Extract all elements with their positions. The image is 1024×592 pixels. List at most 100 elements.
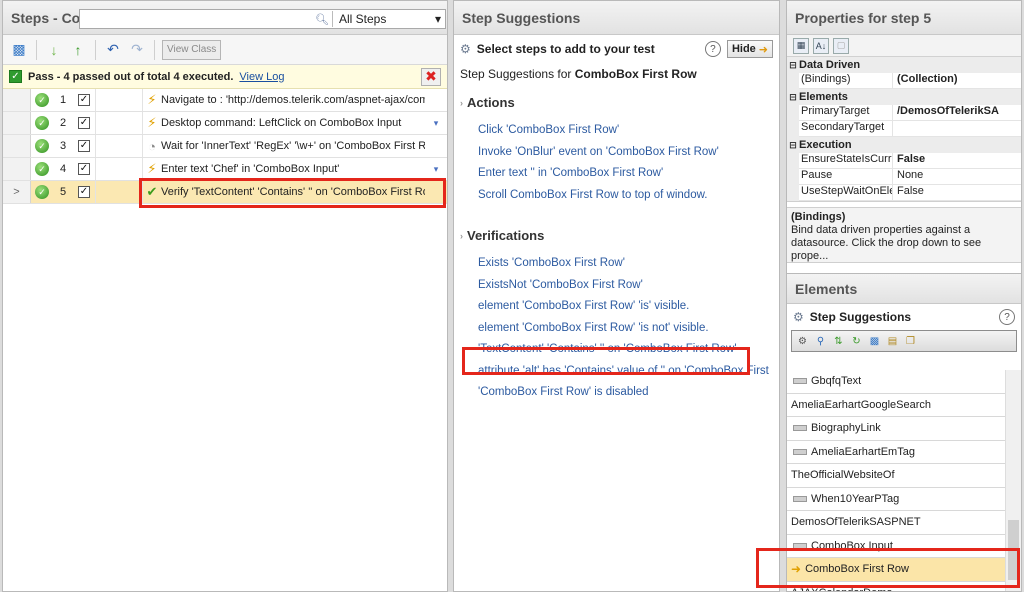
property-value[interactable]: None — [893, 169, 1021, 185]
actions-section-header[interactable]: › Actions — [454, 85, 779, 114]
collapse-icon[interactable]: ⊟ — [787, 60, 799, 71]
property-value[interactable] — [893, 121, 1021, 137]
actions-list: Click 'ComboBox First Row' Invoke 'OnBlur… — [454, 114, 779, 206]
step-enabled[interactable]: ✓ — [73, 186, 95, 198]
undo-icon[interactable]: ↶ — [103, 40, 123, 60]
step-enabled[interactable]: ✓ — [73, 140, 95, 152]
step-row[interactable]: > ✓ 5 ✓ ✔ Verify 'TextContent' 'Contains' '' … — [3, 181, 447, 204]
passed-icon: ✓ — [35, 139, 49, 153]
step-description[interactable]: Navigate to : 'http://demos.telerik.com/… — [161, 94, 425, 106]
chevron-down-icon[interactable]: ▾ — [425, 118, 447, 129]
row-selector[interactable]: > — [3, 181, 31, 203]
step-description[interactable]: Wait for 'InnerText' 'RegEx' '\w+' on 'C… — [161, 140, 425, 152]
step-row[interactable]: ✓ 2 ✓ ⚡ Desktop command: LeftClick on ComboB… — [3, 112, 447, 135]
view-log-link[interactable]: View Log — [239, 71, 284, 83]
verification-suggestion-link[interactable]: ExistsNot 'ComboBox First Row' — [454, 275, 779, 297]
search-icon[interactable]: 🔍︎ — [314, 13, 330, 26]
elements-scrollbar[interactable] — [1005, 370, 1021, 591]
verification-suggestion-link[interactable]: element 'ComboBox First Row' 'is not' vi… — [454, 318, 779, 340]
row-selector[interactable] — [3, 135, 31, 157]
help-icon[interactable]: ? — [999, 309, 1015, 325]
property-row[interactable]: (Bindings) (Collection) — [787, 73, 1021, 89]
element-list-item[interactable]: AmeliaEarhartGoogleSearch — [787, 394, 1005, 417]
step-enabled-checkbox[interactable]: ✓ — [78, 163, 90, 175]
step-description[interactable]: Desktop command: LeftClick on ComboBox I… — [161, 117, 425, 129]
step-spacer — [95, 112, 143, 134]
close-icon[interactable]: ✖ — [421, 67, 441, 86]
step-row[interactable]: ✓ 1 ✓ ⚡ Navigate to : 'http://demos.telerik.… — [3, 89, 447, 112]
step-enabled-checkbox[interactable]: ✓ — [78, 140, 90, 152]
settings-icon[interactable]: ⚙ — [795, 334, 810, 349]
verification-suggestion-link[interactable]: 'TextContent' 'Contains' '' on 'ComboBox… — [454, 339, 779, 361]
collapse-icon[interactable]: ⊟ — [787, 140, 799, 151]
collapse-icon[interactable]: ⊟ — [787, 92, 799, 103]
element-list-item[interactable]: ➜ ComboBox First Row — [787, 558, 1005, 582]
verifications-section-header[interactable]: › Verifications — [454, 206, 779, 247]
property-value[interactable]: False — [893, 153, 1021, 169]
hide-button[interactable]: Hide ➜ — [726, 40, 773, 58]
property-value[interactable]: /DemosOfTelerikSA — [893, 105, 1021, 121]
row-selector[interactable] — [3, 112, 31, 134]
find-icon[interactable]: ⚲ — [813, 334, 828, 349]
property-row[interactable]: Pause None — [787, 169, 1021, 185]
view-class-button[interactable]: View Class — [162, 39, 222, 60]
step-enabled[interactable]: ✓ — [73, 163, 95, 175]
filter-icon[interactable]: ⇅ — [831, 334, 846, 349]
category-execution[interactable]: ⊟ Execution — [787, 137, 1021, 153]
property-row[interactable]: UseStepWaitOnEle False — [787, 185, 1021, 201]
row-selector[interactable] — [3, 89, 31, 111]
element-list-item[interactable]: BiographyLink — [787, 417, 1005, 441]
element-icon[interactable]: ▩ — [867, 334, 882, 349]
element-list-item[interactable]: When10YearPTag — [787, 488, 1005, 511]
step-enabled[interactable]: ✓ — [73, 94, 95, 106]
element-list-item[interactable]: ComboBox Input — [787, 535, 1005, 558]
frame-icon[interactable]: ▤ — [885, 334, 900, 349]
category-elements[interactable]: ⊟ Elements — [787, 89, 1021, 105]
element-list-item[interactable]: TheOfficialWebsiteOf — [787, 464, 1005, 488]
element-list-item[interactable]: AmeliaEarhartEmTag — [787, 441, 1005, 464]
folder-icon[interactable]: ▩ — [9, 40, 29, 60]
help-icon[interactable]: ? — [704, 41, 721, 57]
chevron-down-icon[interactable]: ▾ — [425, 164, 447, 175]
element-list-item[interactable]: DemosOfTelerikSASPNET — [787, 511, 1005, 535]
move-down-icon[interactable]: ↓ — [44, 40, 64, 60]
property-row[interactable]: PrimaryTarget/DemosOfTelerikSA — [787, 105, 1021, 121]
scrollbar-thumb[interactable] — [1008, 520, 1019, 580]
action-suggestion-link[interactable]: Invoke 'OnBlur' event on 'ComboBox First… — [454, 142, 779, 164]
step-enabled-checkbox[interactable]: ✓ — [78, 186, 90, 198]
property-pages-icon[interactable]: ▢ — [833, 37, 849, 54]
step-row[interactable]: ✓ 4 ✓ ⚡ Enter text 'Chef' in 'ComboBox Input… — [3, 158, 447, 181]
step-row[interactable]: ✓ 3 ✓ ◔ Wait for 'InnerText' 'RegEx' '\w+' o… — [3, 135, 447, 158]
property-key: (Bindings) — [799, 73, 893, 89]
property-value[interactable]: (Collection) — [893, 73, 1021, 89]
step-description[interactable]: Verify 'TextContent' 'Contains' '' on 'C… — [161, 186, 425, 198]
step-enabled[interactable]: ✓ — [73, 117, 95, 129]
action-suggestion-link[interactable]: Scroll ComboBox First Row to top of wind… — [454, 185, 779, 207]
property-row[interactable]: SecondaryTarget — [787, 121, 1021, 137]
step-enabled-checkbox[interactable]: ✓ — [78, 117, 90, 129]
steps-search-box[interactable]: 🔍︎ All Steps ▾ — [79, 9, 446, 29]
category-data-driven[interactable]: ⊟ Data Driven — [787, 57, 1021, 73]
verification-suggestion-link[interactable]: 'ComboBox First Row' is disabled — [454, 382, 779, 404]
action-suggestion-link[interactable]: Click 'ComboBox First Row' — [454, 120, 779, 142]
element-label: ComboBox First Row — [805, 563, 909, 576]
verification-suggestion-link[interactable]: element 'ComboBox First Row' 'is' visibl… — [454, 296, 779, 318]
copy-icon[interactable]: ❐ — [903, 334, 918, 349]
step-enabled-checkbox[interactable]: ✓ — [78, 94, 90, 106]
redo-icon[interactable]: ↷ — [127, 40, 147, 60]
row-selector[interactable] — [3, 158, 31, 180]
property-row[interactable]: EnsureStateIsCurre False — [787, 153, 1021, 169]
steps-search-input[interactable] — [80, 10, 314, 28]
property-value[interactable]: False — [893, 185, 1021, 201]
move-up-icon[interactable]: ↑ — [68, 40, 88, 60]
categorized-icon[interactable]: ▦ — [793, 37, 809, 54]
action-suggestion-link[interactable]: Enter text '' in 'ComboBox First Row' — [454, 163, 779, 185]
element-list-item[interactable]: GbqfqText — [787, 370, 1005, 394]
steps-filter-dropdown[interactable]: All Steps ▾ — [335, 12, 445, 26]
element-list-item[interactable]: AJAXCalendarDemo — [787, 582, 1005, 591]
verification-suggestion-link[interactable]: Exists 'ComboBox First Row' — [454, 253, 779, 275]
sort-alpha-icon[interactable]: A↓ — [813, 37, 829, 54]
verification-suggestion-link[interactable]: attribute 'alt' has 'Contains' value of … — [454, 361, 779, 383]
step-description[interactable]: Enter text 'Chef' in 'ComboBox Input' — [161, 163, 425, 175]
refresh-icon[interactable]: ↻ — [849, 334, 864, 349]
